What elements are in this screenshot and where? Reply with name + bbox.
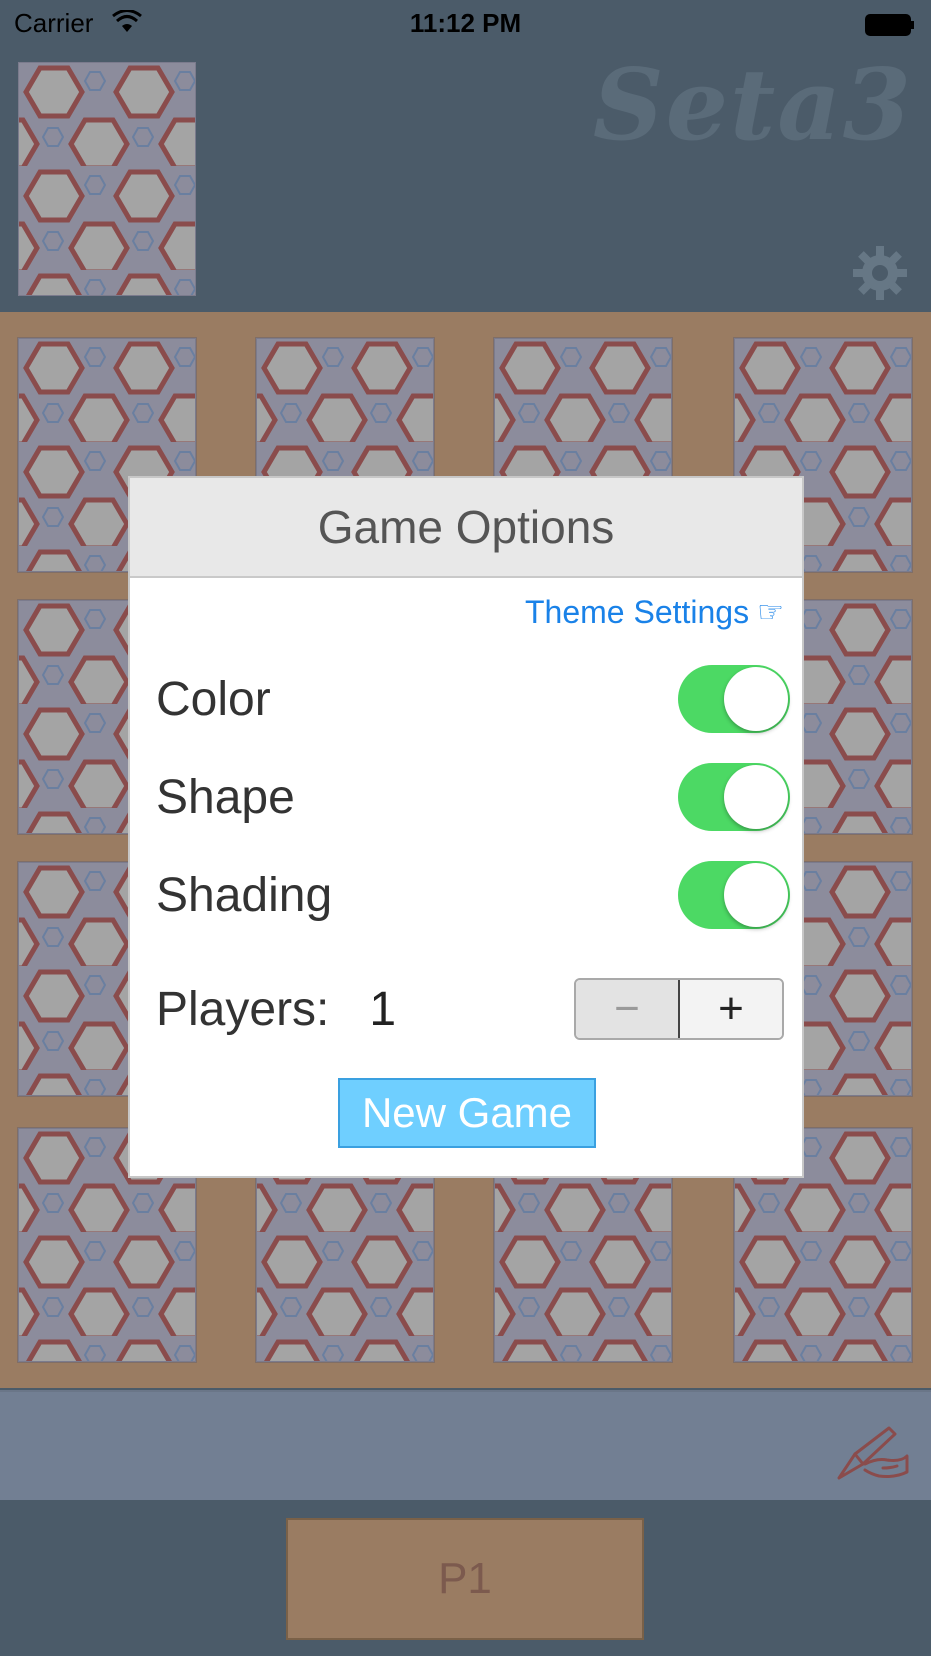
status-bar: Carrier 11:12 PM bbox=[0, 0, 931, 46]
option-row-shape: Shape bbox=[156, 762, 790, 832]
battery-icon bbox=[865, 12, 915, 36]
pointing-hand-icon: ☞ bbox=[757, 596, 784, 629]
option-label: Shading bbox=[156, 868, 333, 922]
shape-toggle[interactable] bbox=[678, 763, 790, 831]
new-game-button[interactable]: New Game bbox=[338, 1078, 596, 1148]
gear-icon[interactable] bbox=[851, 244, 909, 302]
option-row-shading: Shading bbox=[156, 860, 790, 930]
theme-settings-label: Theme Settings bbox=[524, 594, 750, 630]
option-label: Shape bbox=[156, 770, 295, 824]
game-options-modal: Game Options Theme Settings ☞ Color Shap… bbox=[128, 476, 804, 1178]
increment-button[interactable]: + bbox=[680, 980, 782, 1038]
players-row: Players: 1 − + bbox=[156, 976, 784, 1042]
theme-settings-link[interactable]: Theme Settings ☞ bbox=[525, 594, 784, 631]
toggle-knob bbox=[724, 765, 788, 829]
player-button[interactable]: P1 bbox=[286, 1518, 644, 1640]
decrement-button[interactable]: − bbox=[576, 980, 680, 1038]
option-label: Color bbox=[156, 672, 271, 726]
shading-toggle[interactable] bbox=[678, 861, 790, 929]
message-bar bbox=[0, 1390, 931, 1502]
color-toggle[interactable] bbox=[678, 665, 790, 733]
app-logo: Seta3 bbox=[592, 48, 913, 163]
toggle-knob bbox=[724, 667, 788, 731]
players-stepper: − + bbox=[574, 978, 784, 1040]
players-label: Players: bbox=[156, 982, 330, 1036]
modal-title: Game Options bbox=[130, 478, 802, 578]
pencil-hand-icon[interactable] bbox=[835, 1424, 911, 1482]
deck-card[interactable] bbox=[17, 61, 197, 297]
players-footer: P1 bbox=[0, 1500, 931, 1656]
option-row-color: Color bbox=[156, 664, 790, 734]
toggle-knob bbox=[724, 863, 788, 927]
players-value: 1 bbox=[369, 982, 397, 1036]
header: Seta3 bbox=[0, 0, 931, 312]
status-time: 11:12 PM bbox=[409, 8, 522, 38]
